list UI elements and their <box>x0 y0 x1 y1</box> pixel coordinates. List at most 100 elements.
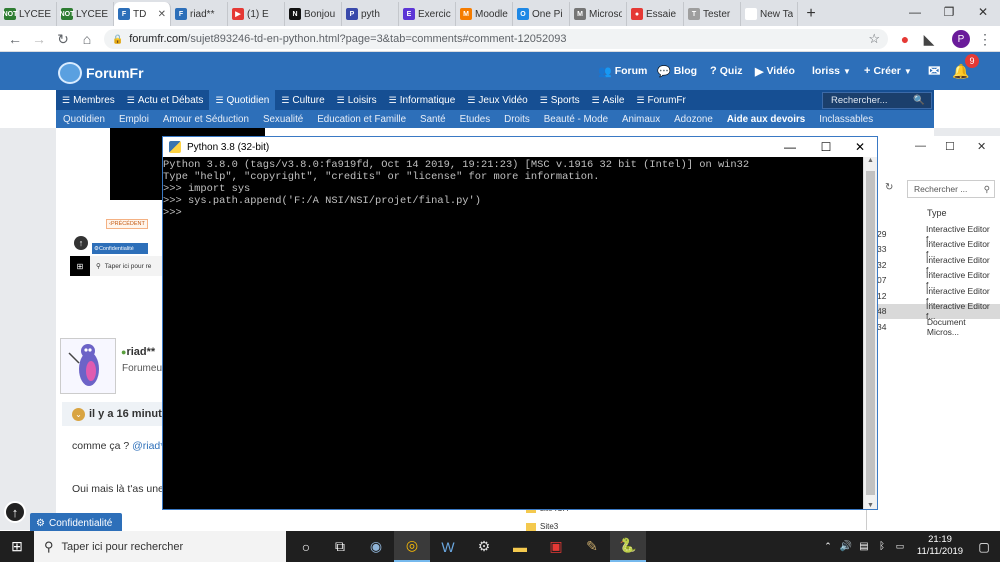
category-item[interactable]: ☰ ForumFr <box>630 90 691 110</box>
subnav-item[interactable]: Santé <box>413 114 453 125</box>
close-window-button[interactable]: ✕ <box>966 0 1000 24</box>
browser-tab[interactable]: Ppyth <box>342 2 399 26</box>
confidentiality-button[interactable]: ⚙ Confidentialité <box>30 513 122 533</box>
explorer-close[interactable]: ✕ <box>977 140 986 153</box>
chrome-icon[interactable]: ◎ <box>394 531 430 562</box>
nav-video[interactable]: ▶ Vidéo <box>755 52 795 90</box>
browser-tab[interactable]: Friad** <box>171 2 228 26</box>
browser-tab[interactable]: T Tester <box>684 2 741 26</box>
profile-avatar[interactable]: P <box>952 30 970 48</box>
folder-item[interactable]: Site3 <box>526 522 558 531</box>
python-titlebar[interactable]: Python 3.8 (32-bit) — ☐ ✕ <box>163 137 877 157</box>
explorer-row[interactable]: 34 Document Micros... <box>867 317 1000 337</box>
subnav-item[interactable]: Inclassables <box>812 114 880 125</box>
close-tab-icon[interactable]: ✕ <box>158 9 166 20</box>
mail-icon[interactable]: ✉ <box>928 52 941 90</box>
user-menu[interactable]: loriss ▼ <box>812 52 851 90</box>
category-item[interactable]: ☰ Asile <box>586 90 631 110</box>
browser-tab[interactable]: ● Essaie <box>627 2 684 26</box>
browser-tab[interactable]: NOT LYCEE <box>0 2 57 26</box>
nav-blog[interactable]: 💬 Blog <box>657 52 697 90</box>
file-explorer-icon[interactable]: ▬ <box>502 531 538 562</box>
subnav-item[interactable]: Sexualité <box>256 114 310 125</box>
create-menu[interactable]: + Créer ▼ <box>864 52 912 90</box>
python-minimize-button[interactable]: — <box>773 137 807 157</box>
subnav-item[interactable]: Education et Famille <box>310 114 413 125</box>
category-item[interactable]: ☰ Jeux Vidéo <box>461 90 533 110</box>
forum-search-input[interactable]: Rechercher... 🔍 <box>822 92 932 109</box>
python-maximize-button[interactable]: ☐ <box>809 137 843 157</box>
word-icon[interactable]: W <box>430 531 466 562</box>
browser-tab[interactable]: NOT LYCEE <box>57 2 114 26</box>
subnav-item[interactable]: Etudes <box>453 114 498 125</box>
subnav-item[interactable]: Beauté - Mode <box>537 114 615 125</box>
new-tab-button[interactable]: + <box>798 2 824 26</box>
browser-tab[interactable]: New Tab <box>741 2 798 26</box>
task-view-icon[interactable]: ⧉ <box>322 531 358 562</box>
post-mention[interactable]: @riad* <box>132 440 164 452</box>
subnav-item[interactable]: Quotidien <box>56 114 112 125</box>
subnav-item[interactable]: Droits <box>497 114 537 125</box>
back-icon[interactable]: ← <box>6 30 24 48</box>
browser-tab[interactable]: O One Pi <box>513 2 570 26</box>
notifications-icon[interactable]: ▢ <box>974 531 994 562</box>
nav-quiz[interactable]: ? Quiz <box>710 52 742 90</box>
category-item[interactable]: ☰ Culture <box>275 90 330 110</box>
chevron-down-icon[interactable]: ⌄ <box>72 407 85 421</box>
explorer-search[interactable]: Rechercher ... ⚲ <box>907 180 995 198</box>
python-close-button[interactable]: ✕ <box>843 137 877 157</box>
category-item[interactable]: ☰ Membres <box>56 90 121 110</box>
category-item[interactable]: ☰ Sports <box>534 90 586 110</box>
subnav-item[interactable]: Aide aux devoirs <box>720 114 812 125</box>
console-scrollbar[interactable]: ▲ ▼ <box>863 157 877 509</box>
scrollbar-thumb[interactable] <box>866 171 875 495</box>
subnav-item[interactable]: Animaux <box>615 114 667 125</box>
browser-tab[interactable]: M Moodle <box>456 2 513 26</box>
category-item[interactable]: ☰ Actu et Débats <box>121 90 210 110</box>
subnav-item[interactable]: Adozone <box>667 114 720 125</box>
volume-icon[interactable]: 🔊 <box>838 531 854 562</box>
explorer-minimize[interactable]: — <box>915 140 926 152</box>
extension-arrow-icon[interactable]: ◣ <box>920 30 938 48</box>
network-icon[interactable]: ▤ <box>856 531 872 562</box>
browser-tab[interactable]: N Bonjou <box>285 2 342 26</box>
browser-tab[interactable]: M Microso <box>570 2 627 26</box>
address-bar[interactable]: 🔒 forumfr.com/sujet893246-td-en-python.h… <box>104 29 888 49</box>
maximize-button[interactable]: ❐ <box>932 0 966 24</box>
nav-forum[interactable]: 👥 Forum <box>598 52 647 90</box>
subnav-item[interactable]: Amour et Séduction <box>156 114 256 125</box>
tray-chevron-icon[interactable]: ⌃ <box>820 531 836 562</box>
forward-icon[interactable]: → <box>30 30 48 48</box>
scroll-to-top-icon[interactable]: ↑ <box>4 501 26 523</box>
category-item[interactable]: ☰ Informatique <box>383 90 462 110</box>
explorer-maximize[interactable]: ☐ <box>945 140 955 153</box>
language-icon[interactable]: ▭ <box>892 531 908 562</box>
minimize-button[interactable]: — <box>898 0 932 24</box>
subnav-item[interactable]: Emploi <box>112 114 156 125</box>
avatar[interactable] <box>60 338 116 394</box>
category-item[interactable]: ☰ Quotidien <box>209 90 276 110</box>
taskbar-clock[interactable]: 21:19 11/11/2019 <box>910 534 970 558</box>
bluetooth-icon[interactable]: ᛒ <box>874 531 890 562</box>
taskbar-search[interactable]: ⚲ Taper ici pour rechercher <box>34 531 286 562</box>
browser-tab[interactable]: E Exercic <box>399 2 456 26</box>
browser-tab[interactable]: ▶ (1) E <box>228 2 285 26</box>
browser-tab[interactable]: F TD ✕ <box>114 2 171 26</box>
refresh-icon[interactable]: ↻ <box>885 182 893 193</box>
post-author-name[interactable]: ●riad** <box>121 346 155 358</box>
python-console-output[interactable]: Python 3.8.0 (tags/v3.8.0:fa919fd, Oct 1… <box>163 157 863 509</box>
windows-start-icon[interactable]: ⊞ <box>0 531 34 562</box>
app-icon[interactable]: ▣ <box>538 531 574 562</box>
column-header-type[interactable]: Type <box>927 208 947 218</box>
steam-icon[interactable]: ◉ <box>358 531 394 562</box>
idle-icon[interactable]: ✎ <box>574 531 610 562</box>
home-icon[interactable]: ⌂ <box>78 30 96 48</box>
cortana-icon[interactable]: ○ <box>288 531 324 562</box>
category-item[interactable]: ☰ Loisirs <box>331 90 383 110</box>
forum-logo[interactable]: ForumFr <box>58 62 144 84</box>
reload-icon[interactable]: ↻ <box>54 30 72 48</box>
bookmark-star-icon[interactable]: ☆ <box>868 31 880 47</box>
menu-kebab-icon[interactable]: ⋮ <box>976 30 994 48</box>
python-taskbar-icon[interactable]: 🐍 <box>610 531 646 562</box>
settings-icon[interactable]: ⚙ <box>466 531 502 562</box>
